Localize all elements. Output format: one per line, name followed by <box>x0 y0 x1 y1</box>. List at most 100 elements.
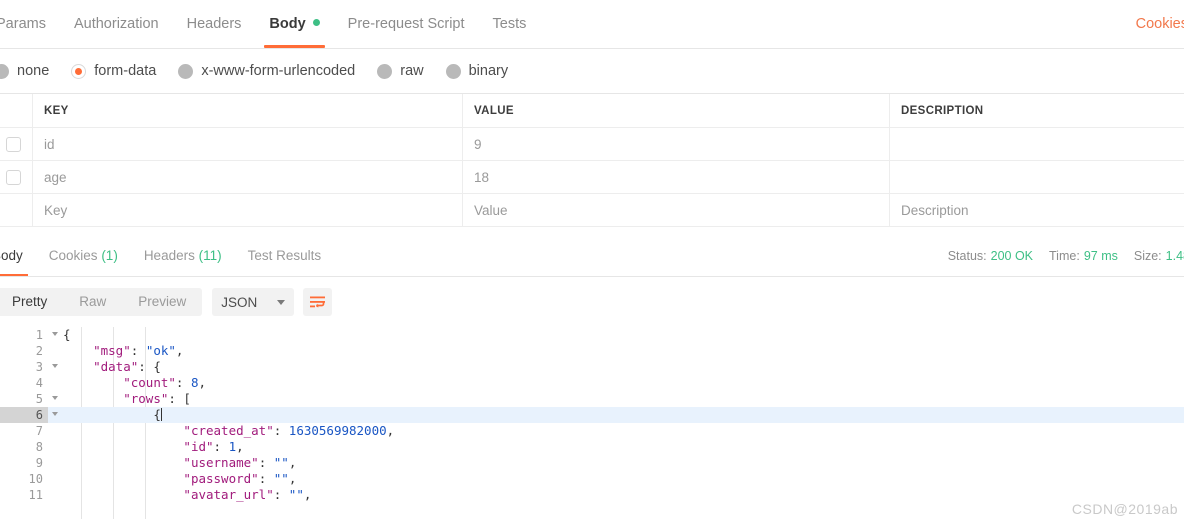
response-tab-cookies[interactable]: Cookies (1) <box>36 236 131 276</box>
header-checkbox-cell <box>0 94 33 127</box>
response-tab-headers[interactable]: Headers (11) <box>131 236 235 276</box>
code-line-text: "msg": "ok", <box>48 343 1184 359</box>
radio-icon[interactable] <box>71 63 87 79</box>
code-line-text: "password": "", <box>48 471 1184 487</box>
body-type-binary[interactable]: binary <box>445 63 509 79</box>
cookies-link[interactable]: Cookies <box>1136 0 1184 48</box>
code-line: 4 "count": 8, <box>0 375 1184 391</box>
code-token: 1 <box>228 439 237 454</box>
response-format-toolbar: Pretty Raw Preview JSON <box>0 277 1184 327</box>
response-meta: Status:200 OK Time:97 ms Size:1.48 <box>932 236 1184 276</box>
value-input[interactable]: Value <box>463 194 890 226</box>
code-line: 11 "avatar_url": "", <box>0 487 1184 503</box>
code-token: , <box>386 423 395 438</box>
response-body-code-editor[interactable]: 1{2 "msg": "ok", 3 "data": {4 "count": 8,… <box>0 327 1184 519</box>
time-label: Time: <box>1049 249 1080 263</box>
response-tab-label: Body <box>0 248 23 263</box>
code-line-text: "id": 1, <box>48 439 1184 455</box>
code-token: , <box>198 375 207 390</box>
code-token: "password" <box>183 471 259 486</box>
request-tab-headers[interactable]: Headers <box>173 0 256 48</box>
value-input[interactable]: 18 <box>463 161 890 193</box>
request-tab-body[interactable]: Body <box>255 0 333 48</box>
code-token: "ok" <box>145 343 176 358</box>
fold-triangle-icon[interactable] <box>52 412 58 416</box>
response-tab-body[interactable]: Body <box>0 236 36 276</box>
code-token: "data" <box>93 359 139 374</box>
status-label: Status: <box>947 249 987 263</box>
code-line: 1{ <box>0 327 1184 343</box>
language-select[interactable]: JSON <box>212 288 295 316</box>
code-line-text: "count": 8, <box>48 375 1184 391</box>
request-tab-tests[interactable]: Tests <box>479 0 541 48</box>
code-line: 3 "data": { <box>0 359 1184 375</box>
radio-icon[interactable] <box>0 63 9 79</box>
fold-triangle-icon[interactable] <box>52 332 58 336</box>
radio-icon[interactable] <box>445 63 461 79</box>
view-mode-preview[interactable]: Preview <box>122 288 202 316</box>
fold-triangle-icon[interactable] <box>52 396 58 400</box>
view-mode-pretty[interactable]: Pretty <box>0 288 63 316</box>
table-row[interactable]: id 9 <box>0 128 1184 161</box>
description-input[interactable] <box>890 161 1184 193</box>
code-token: { <box>63 327 71 342</box>
response-tab-test-results[interactable]: Test Results <box>235 236 335 276</box>
key-input[interactable]: id <box>33 128 463 160</box>
body-type-form-data[interactable]: form-data <box>71 63 156 79</box>
code-token: : <box>130 343 146 358</box>
request-tab-label: Tests <box>492 16 527 32</box>
row-checkbox[interactable] <box>5 136 21 152</box>
status-value: 200 OK <box>990 249 1034 263</box>
key-input[interactable]: Key <box>33 194 463 226</box>
table-header-row: KEY VALUE DESCRIPTION <box>0 94 1184 128</box>
request-tab-label: Pre-request Script <box>347 16 465 32</box>
time-value: 97 ms <box>1083 249 1118 263</box>
form-data-table: KEY VALUE DESCRIPTION id 9 age 18 Key Value De… <box>0 93 1184 229</box>
code-token: , <box>236 439 244 454</box>
body-type-raw[interactable]: raw <box>377 63 424 79</box>
body-modified-dot-icon <box>312 19 320 26</box>
text-cursor <box>160 408 163 421</box>
body-type-label: none <box>17 63 50 79</box>
response-tab-bar: BodyCookies (1)Headers (11)Test Results … <box>0 236 1184 277</box>
code-token: "created_at" <box>183 423 274 438</box>
response-tab-label: Test Results <box>247 248 322 263</box>
code-line: 7 "created_at": 1630569982000, <box>0 423 1184 439</box>
table-row[interactable]: age 18 <box>0 161 1184 194</box>
row-checkbox[interactable] <box>5 169 21 185</box>
column-header-key: KEY <box>33 94 463 127</box>
body-type-label: binary <box>468 63 509 79</box>
table-new-row[interactable]: Key Value Description <box>0 194 1184 227</box>
radio-icon[interactable] <box>377 63 393 79</box>
view-mode-group: Pretty Raw Preview <box>0 288 203 316</box>
value-input[interactable]: 9 <box>463 128 890 160</box>
request-tab-label: Authorization <box>73 16 159 32</box>
body-type-none[interactable]: none <box>0 63 49 79</box>
request-tab-authorization[interactable]: Authorization <box>60 0 173 48</box>
code-token: : <box>273 423 289 438</box>
radio-icon[interactable] <box>178 63 194 79</box>
line-number: 8 <box>35 440 43 454</box>
description-input[interactable]: Description <box>890 194 1184 226</box>
key-input[interactable]: age <box>33 161 463 193</box>
request-tab-params[interactable]: Params <box>0 0 60 48</box>
word-wrap-icon[interactable] <box>303 288 333 316</box>
code-line-text: "rows": [ <box>48 391 1184 407</box>
code-token: , <box>175 343 184 358</box>
column-header-value: VALUE <box>463 94 890 127</box>
code-token: 1630569982000 <box>288 423 387 438</box>
request-tab-pre-request-script[interactable]: Pre-request Script <box>334 0 479 48</box>
body-type-x-www-form-urlencoded[interactable]: x-www-form-urlencoded <box>178 63 355 79</box>
code-token: 8 <box>190 375 199 390</box>
view-mode-raw[interactable]: Raw <box>63 288 122 316</box>
size-label: Size: <box>1133 249 1162 263</box>
code-token: : { <box>138 359 161 374</box>
code-token: "id" <box>183 439 214 454</box>
response-tab-label: Cookies <box>48 248 98 263</box>
fold-triangle-icon[interactable] <box>52 364 58 368</box>
code-line: 2 "msg": "ok", <box>0 343 1184 359</box>
line-number: 6 <box>0 407 58 423</box>
code-token: : <box>175 375 191 390</box>
code-line-text: { <box>48 327 1184 343</box>
description-input[interactable] <box>890 128 1184 160</box>
